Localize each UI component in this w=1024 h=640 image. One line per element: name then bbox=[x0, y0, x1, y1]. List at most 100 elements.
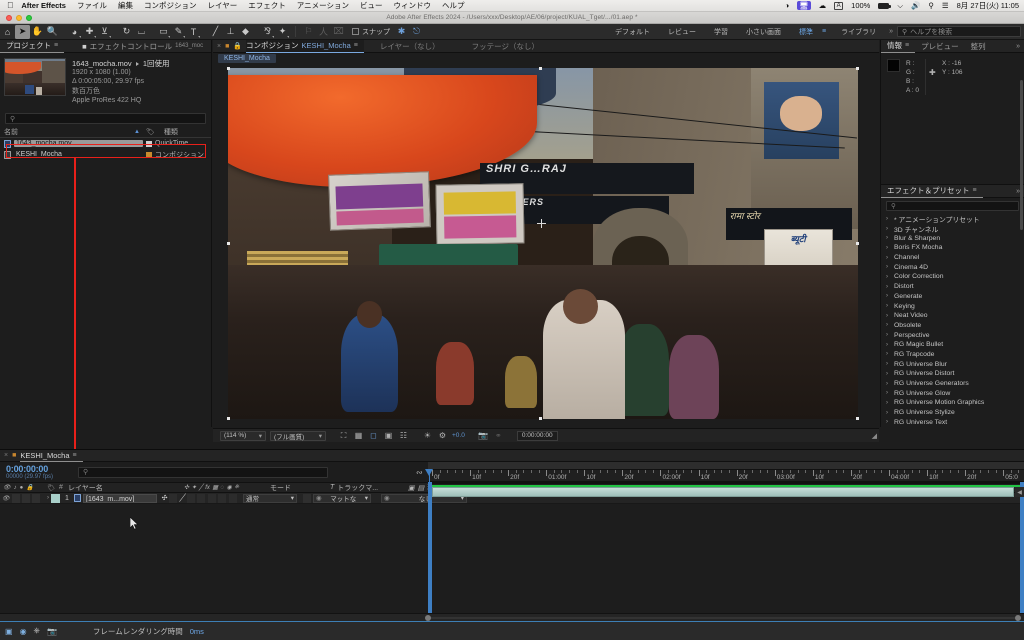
layer-duration-bar[interactable] bbox=[432, 487, 1014, 497]
solo-toggle[interactable] bbox=[22, 493, 30, 503]
exposure-value[interactable]: +0.0 bbox=[452, 432, 465, 439]
zoom-level-select[interactable]: (114 %) ▾ bbox=[220, 430, 266, 441]
expand-icon[interactable]: ⎋ bbox=[409, 25, 424, 39]
puppet-pin-tool[interactable]: ✦ bbox=[275, 25, 290, 39]
effects-category-list[interactable]: › * アニメーションプリセット › 3D チャンネル › Blur & Sharpe… bbox=[881, 214, 1024, 427]
effect-category-row[interactable]: › Cinema 4D bbox=[881, 262, 1024, 272]
breadcrumb-chip[interactable]: KESHI_Mocha bbox=[218, 54, 276, 63]
column-tag-icon[interactable]: 🏷 bbox=[146, 128, 155, 136]
settings-icon[interactable]: ⚙ bbox=[437, 431, 448, 441]
effect-category-row[interactable]: › 3D チャンネル bbox=[881, 224, 1024, 234]
chevron-right-icon[interactable]: › bbox=[886, 274, 890, 280]
blend-mode-select[interactable]: 通常 ▾ bbox=[243, 493, 297, 503]
effect-category-row[interactable]: › RG Universe Stylize bbox=[881, 408, 1024, 418]
layer-track-matte-cell[interactable]: ◉ マットな ▾ bbox=[303, 493, 381, 503]
selection-handle[interactable] bbox=[227, 417, 230, 420]
chevron-right-icon[interactable]: › bbox=[886, 332, 890, 338]
workspace-overflow-icon[interactable]: » bbox=[885, 28, 897, 35]
effect-category-row[interactable]: › Perspective bbox=[881, 330, 1024, 340]
spotlight-search-icon[interactable]: ⚲ bbox=[928, 1, 934, 10]
effect-category-row[interactable]: › Color Correction bbox=[881, 272, 1024, 282]
effect-category-row[interactable]: › Channel bbox=[881, 253, 1024, 263]
collapse-toggle[interactable] bbox=[169, 493, 178, 503]
input-source-icon[interactable]: A bbox=[834, 1, 844, 10]
chevron-right-icon[interactable]: › bbox=[886, 216, 890, 222]
composition-mini-flowchart-icon[interactable]: ∾ bbox=[416, 468, 423, 477]
control-center-icon[interactable]: ☰ bbox=[942, 1, 949, 10]
tab-info[interactable]: 情報 ≡ bbox=[881, 40, 916, 53]
project-item-row[interactable]: KESHI_Mocha コンポジション bbox=[0, 149, 211, 160]
tab-timeline-comp[interactable]: KESHI_Mocha ≡ bbox=[20, 449, 83, 462]
track-matte-toggle[interactable] bbox=[303, 493, 311, 503]
chevron-right-icon[interactable]: › bbox=[886, 419, 890, 425]
brush-tool[interactable]: ╱ bbox=[208, 25, 223, 39]
workspace-standard[interactable]: 標準 bbox=[790, 27, 822, 37]
effect-category-row[interactable]: › RG Universe Motion Graphics bbox=[881, 398, 1024, 408]
work-area-bar[interactable] bbox=[428, 462, 1024, 470]
region-of-interest-icon[interactable]: ⛶ bbox=[338, 431, 349, 441]
selection-handle[interactable] bbox=[856, 67, 859, 70]
project-item-row[interactable]: 1643_mocha.mov QuickTime bbox=[0, 138, 211, 149]
effect-category-row[interactable]: › Boris FX Mocha bbox=[881, 243, 1024, 253]
selection-handle[interactable] bbox=[856, 417, 859, 420]
chevron-right-icon[interactable]: › bbox=[886, 381, 890, 387]
grid-icon[interactable]: ☷ bbox=[398, 431, 409, 441]
chevron-right-icon[interactable]: › bbox=[886, 390, 890, 396]
current-time-indicator[interactable] bbox=[425, 469, 433, 476]
clone-stamp-tool[interactable]: ⊥ bbox=[223, 25, 238, 39]
tab-effects-presets[interactable]: エフェクト＆プリセット ≡ bbox=[881, 185, 983, 198]
eraser-tool[interactable]: ◆ bbox=[238, 25, 253, 39]
panel-resize-grip[interactable]: ◢ bbox=[872, 432, 877, 440]
zoom-tool[interactable]: 🔍 bbox=[45, 25, 60, 39]
pan-tool[interactable]: ✚ bbox=[82, 25, 97, 39]
mask-view-icon[interactable]: ◻ bbox=[368, 431, 379, 441]
chevron-right-icon[interactable]: › bbox=[886, 410, 890, 416]
chevron-right-icon[interactable]: › bbox=[886, 293, 890, 299]
effects-scrollbar[interactable] bbox=[1020, 80, 1023, 230]
layer-label-color[interactable] bbox=[51, 493, 60, 503]
screen-sharing-icon[interactable]: 🖥 bbox=[797, 1, 811, 10]
shape-tool[interactable]: ▭ bbox=[156, 25, 171, 39]
frame-blend-toggle[interactable] bbox=[197, 493, 206, 503]
channel-icon[interactable]: ☀ bbox=[422, 431, 433, 441]
graph-icon[interactable]: ⎈ bbox=[34, 626, 40, 636]
chevron-right-icon[interactable]: › bbox=[886, 303, 890, 309]
composition-canvas[interactable]: SHRI G…RAJ EWELLERS रामा स्टोर ब्यूटी bbox=[228, 68, 858, 419]
workspace-default[interactable]: デフォルト bbox=[606, 27, 659, 37]
selection-handle[interactable] bbox=[539, 67, 542, 70]
pen-tool[interactable]: ✎ bbox=[171, 25, 186, 39]
effect-category-row[interactable]: › Neat Video bbox=[881, 311, 1024, 321]
menu-app-name[interactable]: After Effects bbox=[21, 1, 66, 10]
shy-toggle[interactable]: ✣ bbox=[161, 494, 167, 502]
timeline-current-time[interactable]: 0:00:00:00 00000 (29.97 fps) bbox=[6, 464, 72, 480]
menu-item-file[interactable]: ファイル bbox=[77, 0, 107, 11]
audio-toggle[interactable] bbox=[12, 493, 20, 503]
project-search-input[interactable]: ⚲ bbox=[5, 113, 206, 125]
hand-tool[interactable]: ✋ bbox=[30, 25, 45, 39]
column-kind[interactable]: 種類 bbox=[164, 127, 178, 137]
effect-category-row[interactable]: › Distort bbox=[881, 282, 1024, 292]
work-area-end-handle[interactable] bbox=[1020, 462, 1024, 622]
composition-viewer-stage[interactable]: SHRI G…RAJ EWELLERS रामा स्टोर ब्यूटी bbox=[213, 64, 879, 420]
workspace-menu-icon[interactable]: ≡ bbox=[822, 28, 832, 35]
do-not-disturb-icon[interactable]: ◑ bbox=[785, 1, 790, 10]
tab-align[interactable]: 整列 bbox=[965, 40, 992, 53]
chevron-right-icon[interactable]: › bbox=[886, 322, 890, 328]
panel-menu-icon[interactable]: ≡ bbox=[905, 42, 909, 49]
tab-effect-controls[interactable]: ■ エフェクトコントロール 1643_moc bbox=[76, 40, 209, 53]
effect-category-row[interactable]: › Keying bbox=[881, 301, 1024, 311]
lock-icon[interactable]: 🔒 bbox=[229, 42, 246, 50]
menu-item-composition[interactable]: コンポジション bbox=[144, 0, 197, 11]
lock-toggle[interactable] bbox=[32, 493, 40, 503]
tab-layer[interactable]: レイヤー（なし） bbox=[364, 41, 456, 52]
effect-category-row[interactable]: › RG Universe Glow bbox=[881, 388, 1024, 398]
selection-handle[interactable] bbox=[227, 242, 230, 245]
mode-column-header[interactable]: モード bbox=[270, 483, 330, 493]
timeline-right-edge-icon[interactable]: ◀ bbox=[1015, 487, 1024, 497]
panel-menu-icon[interactable]: ≡ bbox=[354, 42, 358, 49]
chevron-right-icon[interactable]: › bbox=[886, 245, 890, 251]
apple-icon[interactable]:  bbox=[7, 1, 13, 10]
chevron-right-icon[interactable]: › bbox=[886, 264, 890, 270]
transparency-grid-icon[interactable]: ▦ bbox=[353, 431, 364, 441]
layer-switch-cells[interactable]: ✣ ╱ bbox=[157, 493, 243, 503]
